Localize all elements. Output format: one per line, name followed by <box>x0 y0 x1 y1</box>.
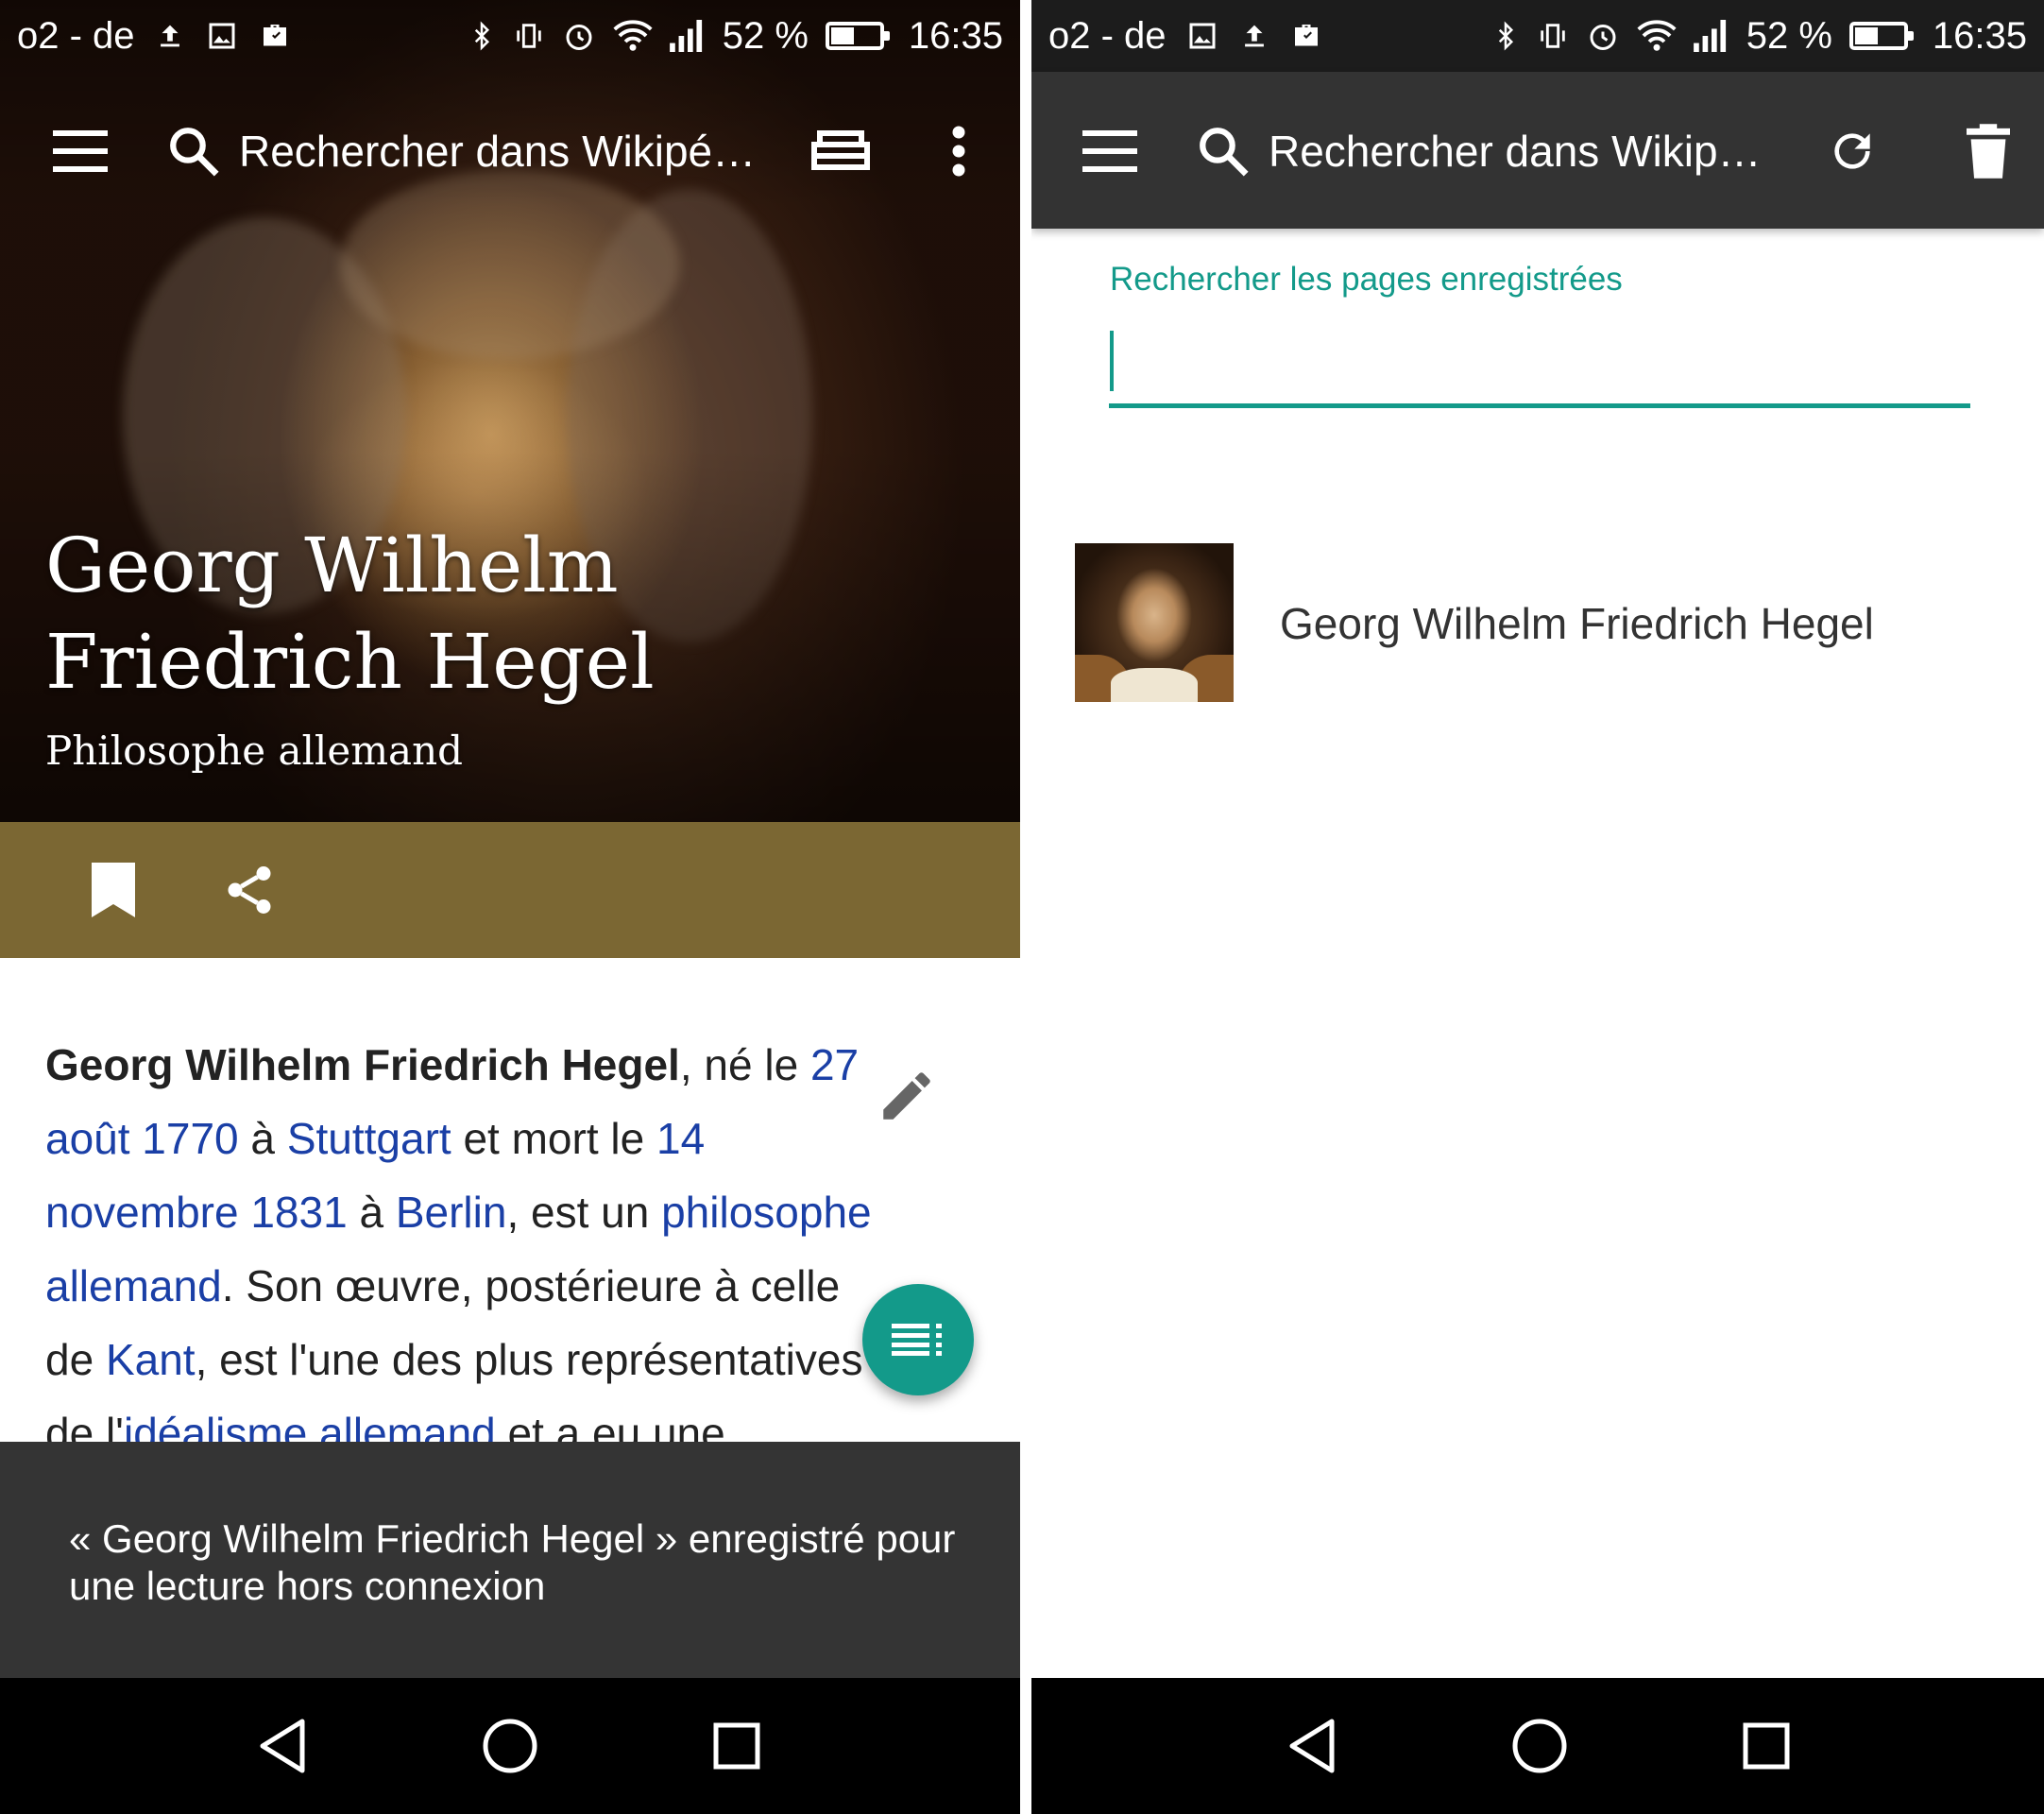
screen-divider <box>1020 0 1031 1814</box>
article-subject: Georg Wilhelm Friedrich Hegel <box>45 1040 680 1089</box>
wifi-icon <box>613 20 653 51</box>
bluetooth-icon <box>1498 21 1513 51</box>
vibrate-icon <box>1540 24 1565 48</box>
refresh-button[interactable] <box>1814 113 1890 189</box>
system-nav-bar <box>0 1678 1020 1814</box>
search-bar[interactable]: Rechercher dans Wikip… <box>1269 126 1762 177</box>
pencil-icon <box>883 1072 930 1120</box>
link-kant[interactable]: Kant <box>106 1335 196 1384</box>
clock: 16:35 <box>908 14 1003 57</box>
search-saved-label: Rechercher les pages enregistrées <box>1110 261 1623 298</box>
delete-icon <box>1967 124 2010 179</box>
back-icon <box>260 1719 305 1773</box>
wifi-icon <box>1637 20 1677 51</box>
link-berlin[interactable]: Berlin <box>396 1188 507 1237</box>
article-text: et mort le <box>451 1114 656 1163</box>
save-page-button[interactable] <box>76 852 151 928</box>
alarm-icon <box>566 25 592 50</box>
clock: 16:35 <box>1932 14 2027 57</box>
delete-all-button[interactable] <box>1950 113 2026 189</box>
status-bar: o2 - de 52 % 16:35 <box>1031 0 2044 72</box>
menu-button[interactable] <box>1067 113 1152 189</box>
article-text: à <box>238 1114 287 1163</box>
reading-lists-button[interactable] <box>803 118 878 184</box>
menu-icon <box>1082 130 1137 172</box>
article-description: Philosophe allemand <box>45 727 464 774</box>
battery-percent: 52 % <box>722 14 809 57</box>
back-button[interactable] <box>1256 1678 1370 1814</box>
home-icon <box>483 1719 537 1773</box>
battery-icon <box>1848 22 1914 50</box>
article-text: , est un <box>506 1188 662 1237</box>
toc-icon <box>892 1324 942 1356</box>
vibrate-icon <box>516 24 541 48</box>
recents-icon <box>1743 1722 1790 1770</box>
upload-icon <box>160 25 179 47</box>
system-nav-bar <box>1031 1678 2044 1814</box>
search-button[interactable] <box>161 118 227 184</box>
battery-icon <box>825 22 890 50</box>
share-button[interactable] <box>212 852 287 928</box>
snackbar-saved-offline: « Georg Wilhelm Friedrich Hegel » enregi… <box>0 1442 1020 1678</box>
reading-lists-icon <box>811 130 870 170</box>
search-button[interactable] <box>1190 118 1256 184</box>
article-text: à <box>347 1188 396 1237</box>
article-text: , né le <box>679 1040 810 1089</box>
article-screen: o2 - de 52 % 16:35 Rechercher dans Wikip… <box>0 0 1020 1814</box>
image-icon <box>1189 23 1216 49</box>
edit-section-button[interactable] <box>869 1058 945 1134</box>
search-saved-input[interactable] <box>1109 321 1970 408</box>
table-of-contents-button[interactable] <box>862 1284 974 1395</box>
alarm-icon <box>1590 25 1616 50</box>
share-icon <box>228 866 271 914</box>
search-bar[interactable]: Rechercher dans Wikipé… <box>239 126 756 177</box>
back-button[interactable] <box>227 1678 340 1814</box>
bluetooth-icon <box>474 21 489 51</box>
saved-page-item[interactable]: Georg Wilhelm Friedrich Hegel <box>1031 529 2044 718</box>
signal-icon <box>669 20 702 52</box>
image-icon <box>209 23 235 49</box>
recents-icon <box>713 1722 760 1770</box>
article-action-bar <box>0 822 1020 958</box>
carrier-label: o2 - de <box>1048 14 1167 57</box>
text-cursor <box>1110 331 1114 391</box>
briefcase-icon <box>1294 25 1318 46</box>
refresh-icon <box>1834 133 1870 169</box>
search-icon <box>1200 128 1249 177</box>
saved-page-title: Georg Wilhelm Friedrich Hegel <box>1280 599 1874 648</box>
snackbar-message: « Georg Wilhelm Friedrich Hegel » enregi… <box>69 1516 956 1608</box>
back-icon <box>1289 1719 1335 1773</box>
saved-pages-screen: o2 - de 52 % 16:35 Rechercher dans Wikip… <box>1031 0 2044 1814</box>
home-icon <box>1512 1719 1567 1773</box>
home-button[interactable] <box>1483 1678 1596 1814</box>
recents-button[interactable] <box>1710 1678 1823 1814</box>
menu-button[interactable] <box>38 113 123 189</box>
home-button[interactable] <box>453 1678 567 1814</box>
article-title: Georg Wilhelm Friedrich Hegel <box>45 522 655 706</box>
upload-icon <box>1244 25 1264 47</box>
signal-icon <box>1693 20 1726 52</box>
battery-percent: 52 % <box>1746 14 1832 57</box>
saved-page-thumbnail <box>1075 543 1234 702</box>
link-stuttgart[interactable]: Stuttgart <box>287 1114 451 1163</box>
status-bar: o2 - de 52 % 16:35 <box>0 0 1020 72</box>
briefcase-icon <box>263 25 286 46</box>
more-vert-icon <box>952 126 965 177</box>
menu-icon <box>53 130 108 172</box>
carrier-label: o2 - de <box>17 14 135 57</box>
bookmark-icon <box>92 863 135 917</box>
search-icon <box>170 128 219 177</box>
recents-button[interactable] <box>680 1678 793 1814</box>
overflow-menu-button[interactable] <box>930 113 987 189</box>
